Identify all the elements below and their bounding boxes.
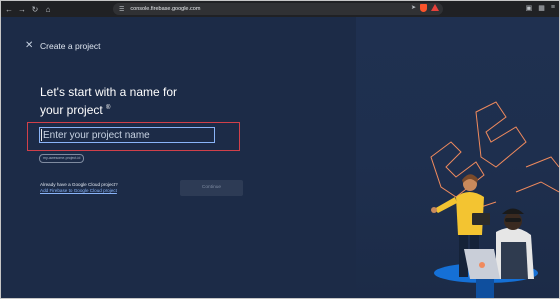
share-icon[interactable]: ➤ [411, 4, 416, 12]
address-bar[interactable]: ☰ console.firebase.google.com ➤ [113, 3, 443, 15]
project-id-chip[interactable]: my-awesome-project-id [39, 154, 85, 163]
back-arrow-icon[interactable]: ← [4, 4, 14, 14]
page-title: Create a project [40, 41, 101, 51]
close-icon[interactable]: ✕ [25, 41, 33, 51]
add-firebase-to-gcp-link[interactable]: Add Firebase to Google Cloud project [40, 188, 117, 193]
sidebar-icon[interactable]: ▣ [526, 4, 533, 12]
site-settings-icon[interactable]: ☰ [119, 6, 124, 13]
gcp-question-text: Already have a Google Cloud project? [40, 182, 118, 187]
forward-arrow-icon[interactable]: → [17, 4, 27, 14]
headline-line-1: Let's start with a name for [40, 85, 178, 99]
people-laptop-illustration [430, 101, 559, 298]
continue-button[interactable]: Continue [180, 180, 243, 196]
headline-line-2: your project [40, 103, 103, 117]
project-name-input[interactable] [39, 127, 215, 143]
menu-icon[interactable]: ≡ [551, 4, 555, 12]
text-cursor [41, 129, 42, 141]
brave-shield-icon[interactable] [420, 4, 427, 12]
browser-toolbar: ← → ↻ ⌂ ☰ console.firebase.google.com ➤ … [1, 1, 559, 17]
browser-window: ← → ↻ ⌂ ☰ console.firebase.google.com ➤ … [0, 0, 560, 299]
headline: Let's start with a name for your project… [40, 84, 210, 118]
home-icon[interactable]: ⌂ [43, 4, 53, 14]
address-url[interactable]: console.firebase.google.com [130, 6, 200, 12]
rewards-icon[interactable] [431, 4, 439, 11]
decorative-outline-shape [430, 101, 559, 213]
extensions-icon[interactable]: ▦ [538, 4, 545, 12]
reload-icon[interactable]: ↻ [30, 4, 40, 14]
help-icon[interactable]: ® [106, 105, 110, 111]
